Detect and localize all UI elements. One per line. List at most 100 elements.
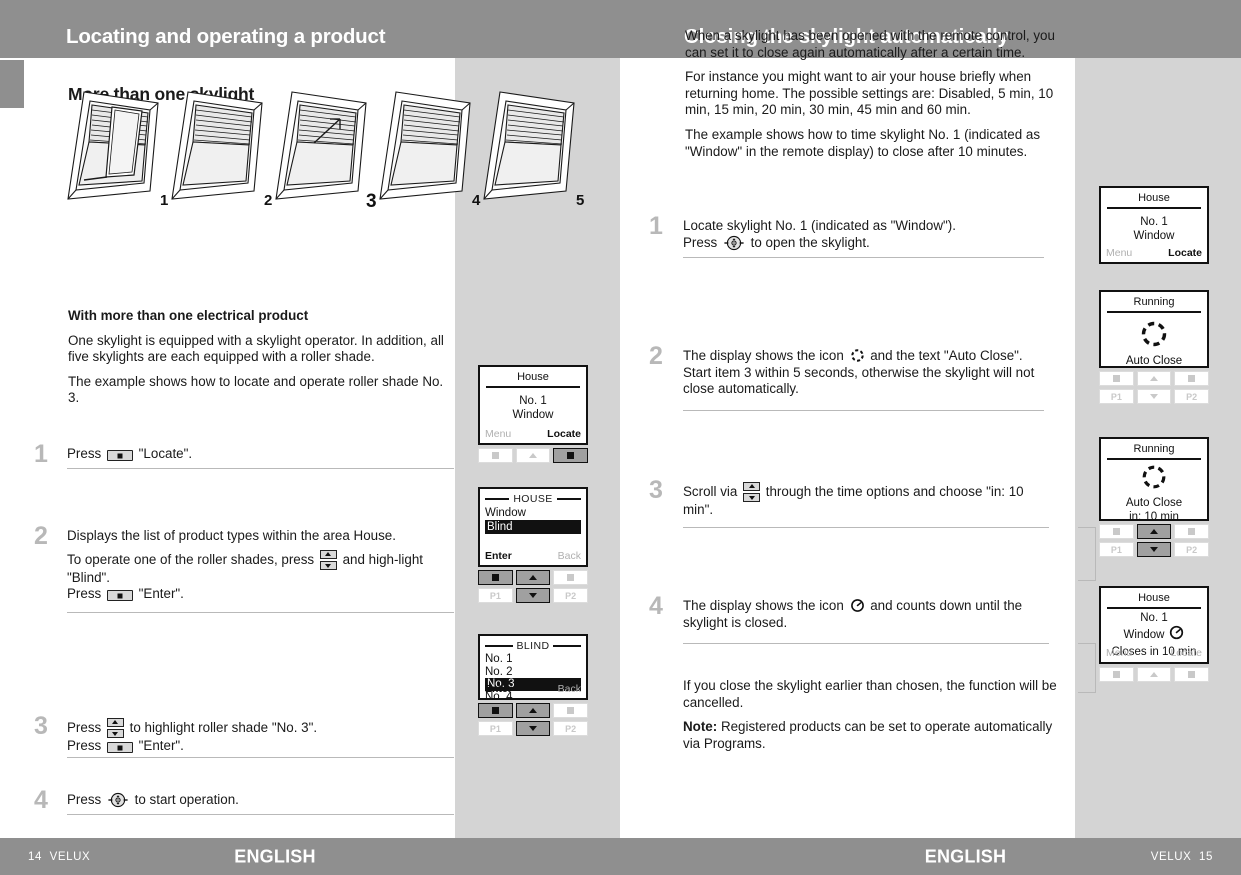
display-house-closes-in-10-min: House No. 1 Window Closes in 10 min Menu [1099,586,1210,682]
remote-button-left-square[interactable] [478,703,513,718]
display-title-rule [1107,458,1201,460]
display-screen: BLIND No. 1 No. 2 No. 3 No. 4 Enter Back [478,634,588,703]
auto-close-dashed-icon [1106,463,1202,496]
remote-button-pad [478,448,589,463]
remote-button-p1[interactable]: P1 [478,588,513,603]
display-title: HOUSE [513,493,553,505]
display-title-ruled: BLIND [485,640,581,652]
display-title-ruled: HOUSE [485,493,581,505]
right-step-2-number: 2 [649,342,663,370]
remote-button-right-square[interactable] [1174,371,1210,386]
right-step-4-pre: The display shows the icon [683,598,848,613]
remote-button-right-square[interactable] [1174,524,1210,539]
remote-button-p2[interactable]: P2 [1174,542,1210,557]
left-step-2-number: 2 [34,522,48,550]
remote-button-left-square[interactable] [478,448,513,463]
right-step-4-number: 4 [649,592,663,620]
remote-button-p2[interactable]: P2 [553,588,589,603]
remote-button-p1[interactable]: P1 [1099,542,1134,557]
left-step-2-line-3-pre: Press [67,586,105,602]
display-title: House [517,371,549,383]
skylight-illustration-1: 1 [62,85,178,210]
remote-button-p2[interactable]: P2 [553,721,589,736]
display-line-2-row: Window [1106,625,1202,645]
display-title: Running [1133,296,1175,308]
remote-button-right-square[interactable] [553,448,589,463]
remote-button-up[interactable] [515,703,551,718]
display-line-2: Window [1133,229,1175,242]
remote-button-left-square[interactable] [1099,371,1134,386]
remote-button-left-square[interactable] [1099,667,1134,682]
display-running-auto-close: Running Auto Close P1 P2 [1099,290,1210,404]
remote-button-down[interactable] [1136,389,1172,404]
remote-button-down[interactable] [515,588,551,603]
right-footer-brand-page: VELUX 15 [1151,851,1213,863]
display-list-item-2[interactable]: No. 2 [485,666,581,679]
left-step-4-body: Press to start operation. [67,792,454,809]
remote-button-up[interactable] [1136,524,1172,539]
remote-button-down[interactable] [1136,542,1172,557]
remote-button-right-square[interactable] [553,703,589,718]
softkey-back: Back [557,550,581,562]
remote-button-pad: P1 P2 [478,703,589,736]
left-page-header-title: Locating and operating a product [66,25,386,48]
display-title: House [1138,192,1170,204]
right-step-4-connector [1078,643,1096,693]
remote-button-up[interactable] [1136,667,1172,682]
right-step-2-pre: The display shows the icon [683,348,848,363]
skylight-illustration-3: 3 [270,85,386,210]
right-step-2: 2 The display shows the icon and the tex… [649,344,1044,411]
left-step-3-line-1-pre: Press [67,720,105,735]
left-step-2-line-3-post: "Enter". [134,586,184,602]
softkey-locate: Locate [1168,247,1202,259]
remote-button-up[interactable] [1136,371,1172,386]
left-step-3-line-2-pre: Press [67,738,105,753]
skylight-illustration-2: 2 [166,85,282,210]
remote-button-up[interactable] [515,570,551,585]
display-screen: HOUSE Window Blind Enter Back [478,487,588,567]
right-step-2-body: The display shows the icon and the text … [683,348,1044,398]
remote-button-left-square[interactable] [1099,524,1134,539]
left-intro-lead: With more than one electrical product [68,308,309,323]
display-list-item-1[interactable]: Window [485,506,581,520]
display-softkeys: Menu Locate [1106,647,1202,659]
remote-button-p1[interactable]: P1 [478,721,513,736]
remote-button-right-square[interactable] [553,570,589,585]
display-line-2: Window [512,408,554,421]
left-intro-paragraph-2: The example shows how to locate and oper… [68,373,444,406]
remote-button-up[interactable] [515,448,551,463]
display-house-window: House No. 1 Window Menu Locate [478,365,589,463]
clock-icon [850,598,865,613]
remote-button-p2[interactable]: P2 [1174,389,1210,404]
display-screen: Running Auto Close in: 10 min [1099,437,1209,523]
right-step-3: 3 Scroll via through the time options an… [649,478,1096,581]
display-line-1: Auto Close [1125,496,1183,509]
remote-button-down[interactable] [515,721,551,736]
left-intro-paragraph-1: One skylight is equipped with a skylight… [68,332,444,365]
display-list-item-2[interactable]: Blind [485,520,581,534]
right-step-3-number: 3 [649,476,663,504]
clock-icon [1169,625,1184,645]
auto-close-dashed-icon [1106,319,1202,354]
remote-button-left-square[interactable] [478,570,513,585]
right-closing-note-text: Registered products can be set to operat… [683,719,1053,751]
display-title-rule [1107,311,1201,313]
left-intro-block: With more than one electrical product On… [68,308,448,407]
left-step-2: 2 Displays the list of product types wit… [34,524,454,613]
display-list-item-1[interactable]: No. 1 [485,653,581,666]
remote-button-p1[interactable]: P1 [1099,389,1134,404]
right-step-1: 1 Locate skylight No. 1 (indicated as "W… [649,214,1044,258]
right-step-1-rule [683,257,1044,258]
left-step-3-line-1-post: to highlight roller shade "No. 3". [125,720,318,735]
left-step-2-line-2-pre: To operate one of the roller shades, pre… [67,551,318,567]
display-title: House [1138,592,1170,604]
left-step-4-number: 4 [34,786,48,814]
right-step-4-body: The display shows the icon and counts do… [683,598,1049,631]
display-screen: Running Auto Close [1099,290,1209,368]
enter-button-icon [106,590,133,602]
right-footer-page-number: 15 [1199,850,1213,863]
left-page: Locating and operating a product More th… [0,0,620,875]
remote-button-right-square[interactable] [1174,667,1210,682]
display-line-1: No. 1 [519,394,547,407]
left-step-4-line-1-pre: Press [67,792,105,807]
